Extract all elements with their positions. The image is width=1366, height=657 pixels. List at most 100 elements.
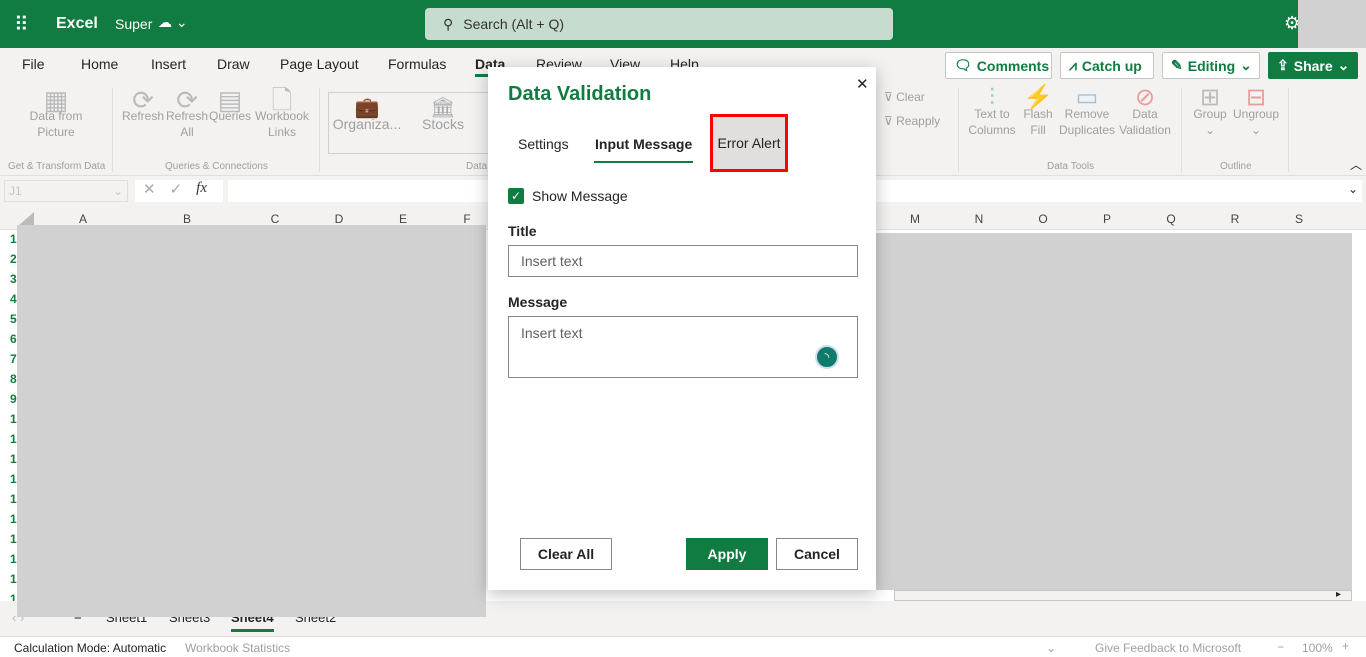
text-to-columns-button[interactable]: ⫶ Text to Columns [966,86,1018,138]
data-from-picture-button[interactable]: ▦ Data from Picture [20,87,92,140]
column-header-b[interactable]: B [177,212,197,226]
app-launcher-icon[interactable]: ⠿ [14,12,30,37]
row-header[interactable]: 1 [10,412,17,426]
tab-input-message[interactable]: Input Message [594,136,694,163]
column-header-m[interactable]: M [905,212,925,226]
refresh-all-button[interactable]: ⟳ Refresh All [166,87,209,140]
catch-up-button[interactable]: ⩘ Catch up [1060,52,1154,79]
zoom-in-icon[interactable]: + [1342,639,1349,653]
row-header[interactable]: 1 [10,452,17,466]
row-header[interactable]: 8 [10,372,17,386]
tab-draw[interactable]: Draw [217,56,250,72]
column-header-d[interactable]: D [329,212,349,226]
label: Links [267,125,296,139]
column-header-e[interactable]: E [393,212,413,226]
enter-icon[interactable]: ✓ [170,180,183,202]
share-icon: ⇪ [1277,57,1289,73]
calculation-mode[interactable]: Calculation Mode: Automatic [14,641,166,655]
feedback-link[interactable]: Give Feedback to Microsoft [1095,641,1241,655]
label: Organiza... [332,116,402,132]
row-header[interactable]: 2 [10,252,17,266]
label: Remove [1064,107,1110,121]
workbook-statistics[interactable]: Workbook Statistics [185,641,290,655]
column-header-f[interactable]: F [457,212,477,226]
tab-settings[interactable]: Settings [518,136,569,152]
row-header[interactable]: 5 [10,312,17,326]
ungroup-button[interactable]: ⊟ Ungroup ⌄ [1232,86,1280,138]
tab-error-alert[interactable]: Error Alert [710,114,788,172]
row-header[interactable]: 9 [10,392,17,406]
search-box[interactable]: ⚲ Search (Alt + Q) [425,8,893,40]
row-header[interactable]: 6 [10,332,17,346]
document-name[interactable]: Super [115,16,152,32]
expand-formula-icon[interactable]: ⌄ [1348,182,1358,196]
clear-all-button[interactable]: Clear All [520,538,612,570]
message-textarea[interactable]: Insert text ◝ [508,316,858,378]
title-input[interactable]: Insert text [508,245,858,277]
tab-file[interactable]: File [22,56,45,72]
close-icon[interactable]: ✕ [856,75,869,93]
share-button[interactable]: ⇪ Share ⌄ [1268,52,1358,79]
flash-fill-icon: ⚡ [1023,84,1053,111]
redacted-area [17,601,486,617]
tab-insert[interactable]: Insert [151,56,186,72]
collapse-ribbon-icon[interactable]: ︿ [1350,156,1362,173]
refresh-button[interactable]: ⟳ Refresh [122,87,164,124]
row-header[interactable]: 7 [10,352,17,366]
search-placeholder: Search (Alt + Q) [463,16,565,32]
horizontal-scrollbar[interactable] [894,590,1352,601]
flash-fill-button[interactable]: ⚡ Flash Fill [1020,84,1056,138]
reapply-filter-button[interactable]: ⊽ Reapply [884,113,940,129]
row-header[interactable]: 1 [10,512,17,526]
data-validation-button[interactable]: ⊘ Data Validation [1116,86,1174,138]
zoom-level[interactable]: 100% [1302,641,1333,655]
column-header-c[interactable]: C [265,212,285,226]
remove-duplicates-button[interactable]: ▭ Remove Duplicates [1058,86,1116,138]
function-icon[interactable]: fx [196,180,207,202]
group-button[interactable]: ⊞ Group ⌄ [1190,86,1230,138]
column-header-r[interactable]: R [1225,212,1245,226]
row-header[interactable]: 1 [10,572,17,586]
column-header-s[interactable]: S [1289,212,1309,226]
chevron-down-icon[interactable]: ⌄ [1046,641,1056,655]
column-header-p[interactable]: P [1097,212,1117,226]
apply-button[interactable]: Apply [686,538,768,570]
organization-button[interactable]: 💼 Organiza... [332,98,402,132]
show-message-checkbox[interactable]: ✓ [508,188,524,204]
column-header-o[interactable]: O [1033,212,1053,226]
name-box[interactable]: J1 ⌄ [4,180,128,202]
select-all-button[interactable] [18,212,34,226]
row-header[interactable]: 1 [10,432,17,446]
scroll-right-icon[interactable]: ▸ [1336,589,1341,600]
row-header[interactable]: 3 [10,272,17,286]
column-header-n[interactable]: N [969,212,989,226]
editing-button[interactable]: ✎ Editing ⌄ [1162,52,1260,79]
row-header[interactable]: 1 [10,492,17,506]
zoom-out-icon[interactable]: − [1277,640,1284,654]
formula-controls: ✕ ✓ fx [135,180,223,202]
row-header[interactable]: 1 [10,472,17,486]
label: Refresh [166,109,209,123]
comments-button[interactable]: 🗨 Comments [945,52,1052,79]
row-header[interactable]: 1 [10,552,17,566]
workbook-links-button[interactable]: 🗋 Workbook Links [253,87,311,140]
stocks-button[interactable]: 🏛 Stocks [418,98,468,132]
tab-formulas[interactable]: Formulas [388,56,446,72]
tab-home[interactable]: Home [81,56,118,72]
row-header[interactable]: 1 [10,532,17,546]
label: Workbook [255,109,309,123]
cancel-button[interactable]: Cancel [776,538,858,570]
message-label: Message [508,294,568,310]
row-header[interactable]: 4 [10,292,17,306]
column-header-a[interactable]: A [73,212,93,226]
row-header[interactable]: 1 [10,232,17,246]
tab-page-layout[interactable]: Page Layout [280,56,359,72]
button-label: Cancel [794,546,840,562]
data-validation-dialog: ✕ Data Validation Settings Input Message… [488,67,876,590]
cancel-icon[interactable]: ✕ [143,180,156,202]
column-header-q[interactable]: Q [1161,212,1181,226]
chevron-down-icon: ⌄ [1240,57,1252,73]
queries-button[interactable]: ▤ Queries [208,87,252,124]
chevron-down-icon: ⌄ [1337,57,1350,73]
clear-filter-button[interactable]: ⊽ Clear [884,89,925,105]
